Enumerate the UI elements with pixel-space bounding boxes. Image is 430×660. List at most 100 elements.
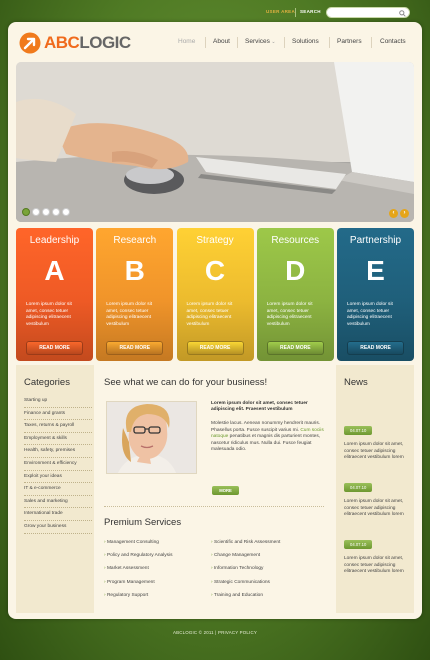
service-link[interactable]: › Change Management [211,553,321,558]
logo-text: ABCLOGIC [44,33,131,52]
read-more-button[interactable]: READ MORE [266,341,324,355]
feature-card-letter: B [124,255,145,286]
read-more-button[interactable]: READ MORE [186,341,244,355]
category-link[interactable]: Grow your business [24,521,92,534]
news-text[interactable]: Lorem ipsum dolor sit amet, consec tetue… [344,442,410,462]
service-label: Regulatory Support [106,592,149,598]
feature-card-letter: D [285,255,306,286]
news-title: News [344,377,368,388]
hero-image [16,62,414,222]
divider [104,506,324,507]
chevron-down-icon: ⌄ [269,39,276,45]
nav-divider [237,37,238,48]
news-item: 04.07.10 Lorem ipsum dolor sit amet, cons… [344,419,410,462]
read-more-button[interactable]: READ MORE [26,341,83,355]
feature-card: Leadership A Lorem ipsum dolor sit amet, c… [16,228,93,361]
feature-card-text: Lorem ipsum dolor sit amet, consec tetue… [26,302,72,327]
service-label: Market Assessment [106,566,149,572]
service-label: Program Management [106,579,155,585]
search-icon[interactable] [399,10,406,17]
feature-card-title: Leadership [29,235,80,246]
categories-sidebar: Categories Starting up Finance and grants… [16,365,94,613]
intro-body: Molestie lacus. Aenean nonummy hendrerit… [211,421,324,453]
user-area-link[interactable]: USER AREA [266,9,295,14]
service-label: Policy and Regulatory Analysis [106,553,173,559]
read-more-button[interactable]: READ MORE [347,341,404,355]
service-label: Training and Education [213,592,264,598]
service-label: Strategic Communications [213,579,270,585]
top-utility-bar: USER AREA SEARCH [0,6,430,20]
nav-divider [205,37,206,48]
service-label: Scientific and Risk Assessment [213,540,281,545]
feature-card: Research B Lorem ipsum dolor sit amet, con… [96,228,174,361]
service-label: Change Management [213,553,261,559]
nav-solutions[interactable]: Solutions [292,34,319,50]
service-link[interactable]: › Policy and Regulatory Analysis [104,553,214,558]
news-date-badge: 04.07.10 [344,540,373,549]
read-more-button[interactable]: READ MORE [106,341,164,355]
main-title: See what we can do for your business! [104,377,268,388]
service-link[interactable]: › Market Assessment [104,566,214,571]
feature-card-text: Lorem ipsum dolor sit amet, consec tetue… [347,302,393,327]
feature-card-text: Lorem ipsum dolor sit amet, consec tetue… [186,302,233,327]
search-input[interactable] [326,7,410,18]
slider-prev-button[interactable]: ‹ [389,209,398,218]
service-link[interactable]: › Training and Education [211,593,321,598]
news-text[interactable]: Lorem ipsum dolor sit amet, consec tetue… [344,499,410,519]
categories-list: Starting up Finance and grants Taxes, retu… [24,395,92,534]
category-link[interactable]: IT & e-commerce [24,483,92,496]
intro-headline: Lorem ipsum dolor sit amet, consec tetue… [211,401,308,413]
news-sidebar: News 04.07.10 Lorem ipsum dolor sit amet,… [336,365,414,613]
feature-card: Resources D Lorem ipsum dolor sit amet, co… [256,228,334,361]
topbar-divider [295,8,296,17]
category-link[interactable]: Taxes, returns & payroll [24,420,92,433]
nav-home[interactable]: Home [178,34,195,50]
feature-card-text: Lorem ipsum dolor sit amet, consec tetue… [266,302,313,327]
category-link[interactable]: Finance and grants [24,408,92,421]
news-item: 04.07.10 Lorem ipsum dolor sit amet, cons… [344,476,410,519]
slider-dot[interactable] [52,208,60,216]
service-link[interactable]: › Management Consulting [104,540,214,545]
service-link[interactable]: › Scientific and Risk Assessment [211,540,321,545]
feature-card-title: Strategy [196,235,234,246]
feature-card-title: Research [113,235,157,246]
slider-dot[interactable] [62,208,70,216]
category-link[interactable]: International trade [24,508,92,521]
feature-card: Strategy C Lorem ipsum dolor sit amet, con… [176,228,254,361]
nav-divider [284,37,285,48]
news-date-badge: 04.07.10 [344,426,373,435]
service-link[interactable]: › Regulatory Support [104,593,214,598]
nav-divider [371,37,372,48]
service-link[interactable]: › Strategic Communications [211,580,321,585]
nav-services[interactable]: Services ⌄ [245,34,276,50]
category-link[interactable]: Health, safety, premises [24,445,92,458]
nav-about[interactable]: About [213,34,230,50]
feature-card-title: Partnership [349,235,402,246]
category-link[interactable]: Exploit your ideas [24,471,92,484]
nav-contacts[interactable]: Contacts [380,34,406,50]
service-link[interactable]: › Program Management [104,580,214,585]
businesswoman-photo [106,401,197,474]
feature-card-letter: E [366,255,385,286]
page-container: ABCLOGIC Home About Services ⌄ Solutions… [8,22,422,619]
slider-dot[interactable] [42,208,50,216]
more-button[interactable]: MORE [212,486,239,495]
category-link[interactable]: Starting up [24,395,92,408]
premium-services-title: Premium Services [104,517,182,528]
service-link[interactable]: › Information Technology [211,566,321,571]
category-link[interactable]: Environment & efficiency [24,458,92,471]
footer: ABCLOGIC © 2011 | PRIVACY POLICY [173,630,257,635]
feature-cards: Leadership A Lorem ipsum dolor sit amet, c… [16,228,414,361]
feature-card-text: Lorem ipsum dolor sit amet, consec tetue… [106,302,153,327]
nav-partners[interactable]: Partners [337,34,362,50]
slider-dot[interactable] [22,208,30,216]
hero-slider[interactable]: ‹ › [16,62,414,222]
category-link[interactable]: Employment & skills [24,433,92,446]
service-label: Information Technology [213,566,264,572]
feature-card: Partnership E Lorem ipsum dolor sit amet, … [337,228,414,361]
slider-dot[interactable] [32,208,40,216]
category-link[interactable]: Sales and marketing [24,496,92,509]
slider-next-button[interactable]: › [400,209,409,218]
news-text[interactable]: Lorem ipsum dolor sit amet, consec tetue… [344,556,410,576]
nav-divider [329,37,330,48]
